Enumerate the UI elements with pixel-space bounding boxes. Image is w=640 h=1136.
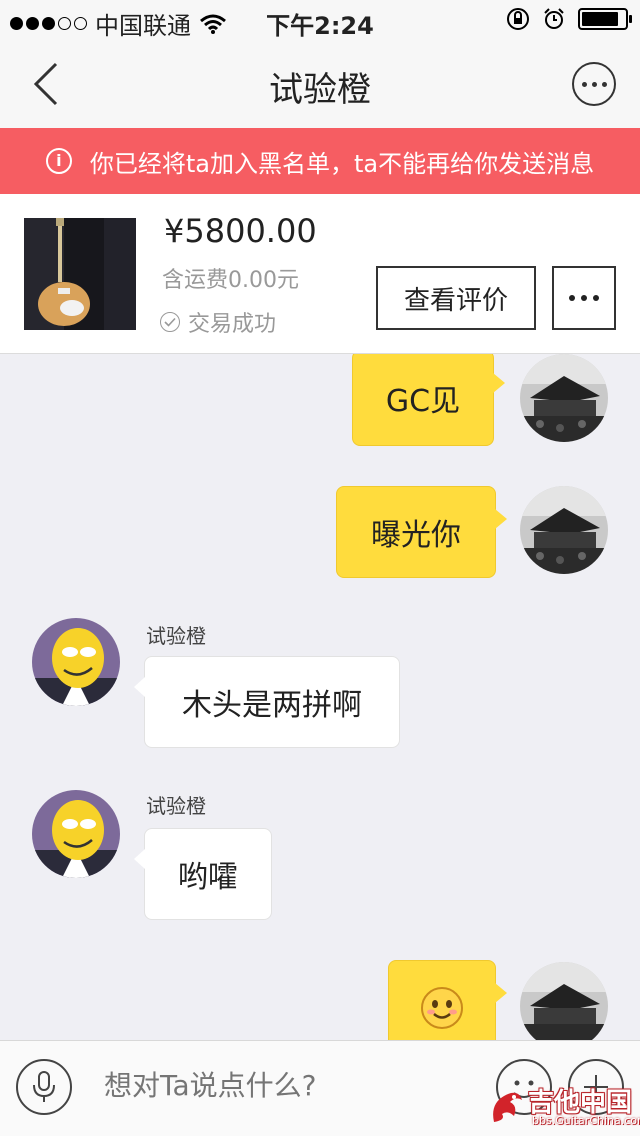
- product-card: ¥5800.00 含运费0.00元 交易成功 查看评价: [0, 194, 640, 354]
- message-bubble-incoming[interactable]: 木头是两拼啊: [134, 656, 400, 748]
- my-avatar[interactable]: [520, 354, 608, 442]
- rotation-lock-icon: [507, 8, 529, 30]
- product-price: ¥5800.00: [164, 212, 317, 250]
- site-watermark: 吉他中国 bbs.GuitarChina.com: [488, 1080, 640, 1132]
- info-icon: i: [45, 148, 72, 174]
- message-text: 哟嚯: [178, 860, 238, 895]
- page-title: 试验橙: [269, 70, 371, 110]
- dot-icon: [581, 295, 587, 301]
- check-circle-icon: [160, 312, 180, 332]
- message-text: GC见: [385, 384, 461, 419]
- my-avatar[interactable]: [520, 962, 608, 1040]
- battery-icon: [578, 8, 632, 30]
- smiley-emoji-icon: [421, 987, 463, 1029]
- alarm-icon: [544, 8, 564, 29]
- banner-text: 你已经将ta加入黑名单，ta不能再给你发送消息: [89, 149, 595, 178]
- message-bubble-outgoing[interactable]: 曝光你: [336, 486, 507, 578]
- contact-avatar[interactable]: [32, 618, 120, 706]
- dot-icon: [581, 81, 587, 87]
- message-input[interactable]: [104, 1069, 464, 1102]
- watermark-url: bbs.GuitarChina.com: [532, 1114, 640, 1127]
- status-bar: 中国联通 下午2:24: [0, 0, 640, 40]
- chat-message-list[interactable]: GC见 曝光你 试验橙 木头是两拼啊 试验橙 哟嚯: [0, 354, 640, 1040]
- voice-input-button[interactable]: [16, 1059, 72, 1115]
- dot-icon: [601, 81, 607, 87]
- message-bubble-outgoing[interactable]: GC见: [352, 354, 505, 446]
- view-review-button[interactable]: 查看评价: [376, 266, 536, 330]
- sender-name: 试验橙: [146, 794, 206, 818]
- contact-avatar[interactable]: [32, 790, 120, 878]
- message-text: 木头是两拼啊: [182, 688, 362, 723]
- dragon-logo-icon: [493, 1092, 522, 1122]
- shipping-fee: 含运费0.00元: [162, 268, 299, 293]
- message-text: 曝光你: [371, 518, 461, 553]
- more-options-button[interactable]: [572, 62, 616, 106]
- product-more-button[interactable]: [552, 266, 616, 330]
- navigation-bar: 试验橙: [0, 40, 640, 128]
- dot-icon: [569, 295, 575, 301]
- microphone-icon: [33, 1071, 55, 1102]
- sender-name: 试验橙: [146, 624, 206, 648]
- my-avatar[interactable]: [520, 486, 608, 574]
- dot-icon: [593, 295, 599, 301]
- message-bubble-incoming[interactable]: 哟嚯: [134, 828, 272, 920]
- product-thumbnail-guitar[interactable]: [24, 218, 136, 330]
- message-bubble-outgoing[interactable]: [388, 960, 507, 1040]
- blacklist-warning-banner: i 你已经将ta加入黑名单，ta不能再给你发送消息: [0, 128, 640, 194]
- dot-icon: [591, 81, 597, 87]
- deal-status: 交易成功: [160, 306, 276, 338]
- status-right: [506, 7, 632, 31]
- deal-status-label: 交易成功: [188, 312, 277, 337]
